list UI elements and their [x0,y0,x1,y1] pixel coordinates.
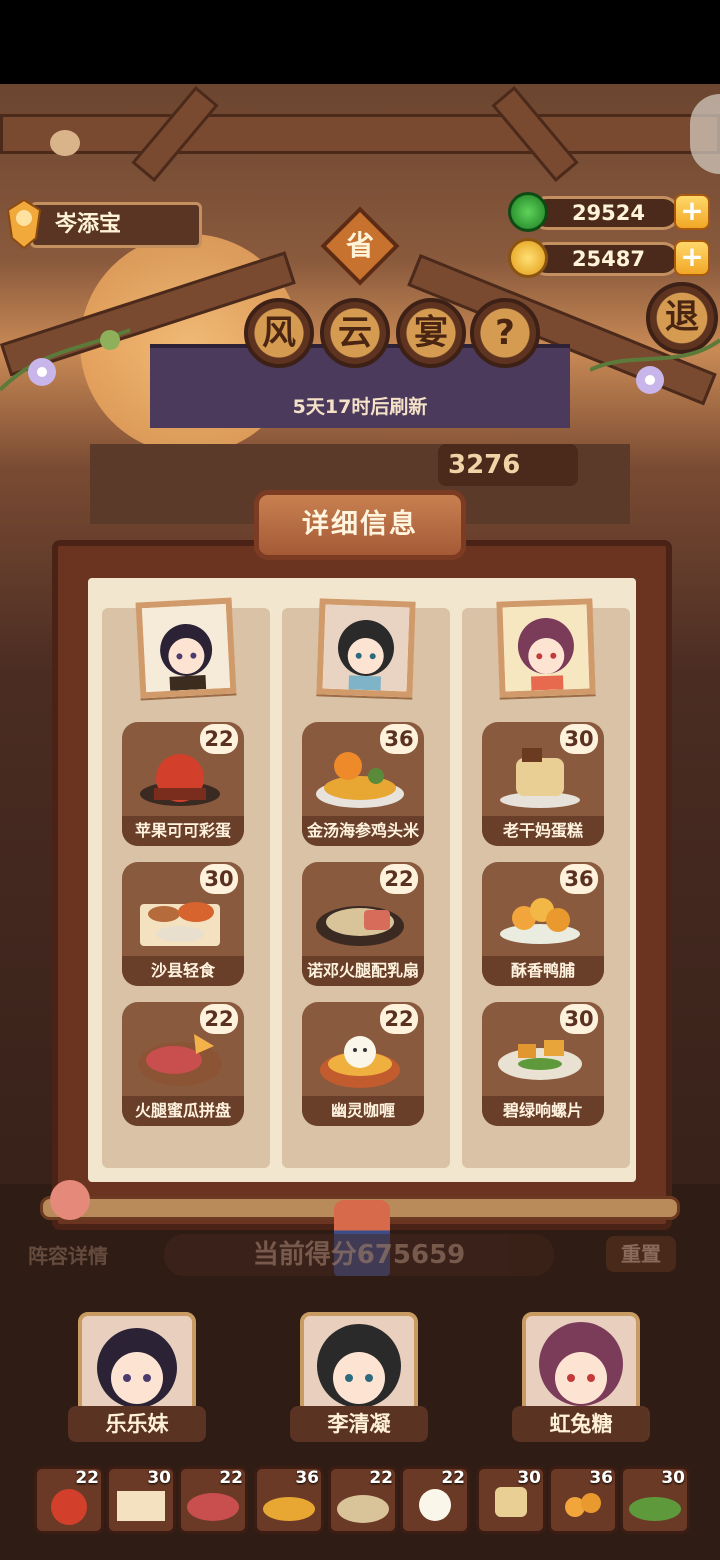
jade-icon [508,192,548,232]
lineup-details-button[interactable]: 阵容详情 [28,1240,158,1274]
dish-name: 沙县轻食 [122,956,244,986]
dish-card[interactable]: 30 老干妈蛋糕 [482,722,604,846]
mini-dish-score: 30 [661,1468,685,1488]
coin-amount: 25487 [571,247,645,271]
chef-portrait-3[interactable] [496,598,596,698]
dish-score: 22 [200,1004,238,1034]
dish-card[interactable]: 22 诺邓火腿配乳扇 [302,862,424,986]
chef-portrait-2[interactable] [316,598,416,698]
dish-name: 老干妈蛋糕 [482,816,604,846]
add-coin-button[interactable]: + [674,240,710,276]
add-jade-button[interactable]: + [674,194,710,230]
mini-dish-score: 30 [147,1468,171,1488]
dish-score: 22 [380,864,418,894]
mini-dish-slot[interactable]: 22 [328,1466,398,1534]
help-icon: ? [495,313,515,353]
team-avatar [78,1312,196,1420]
mini-dish-slot[interactable]: 30 [476,1466,546,1534]
dish-name: 火腿蜜瓜拼盘 [122,1096,244,1126]
mini-dish-slot[interactable]: 22 [34,1466,104,1534]
dish-score: 30 [560,1004,598,1034]
mini-dish-score: 22 [219,1468,243,1488]
mini-dish-slot[interactable]: 36 [254,1466,324,1534]
help-button[interactable]: ? [470,298,540,368]
dish-score: 22 [200,724,238,754]
dish-score: 36 [380,724,418,754]
flower-vine-decoration [590,338,720,394]
dish-score: 30 [200,864,238,894]
title-char-yan: 宴 [396,298,466,368]
current-score: 当前得分675659 [164,1234,554,1276]
coin-icon [508,238,548,278]
coin-counter: 25487 [530,242,680,276]
title-char-yun: 云 [320,298,390,368]
team-avatar [522,1312,640,1420]
dish-name: 诺邓火腿配乳扇 [302,956,424,986]
roof-beam [0,114,720,154]
refresh-timer: 5天17时后刷新 [292,396,428,418]
dish-card[interactable]: 30 沙县轻食 [122,862,244,986]
mini-dish-score: 36 [589,1468,613,1488]
team-member-name: 乐乐妹 [68,1406,206,1442]
side-handle[interactable] [690,94,720,174]
mini-dish-slot[interactable]: 30 [106,1466,176,1534]
province-label: 省 [345,229,374,262]
mini-dish-slot[interactable]: 30 [620,1466,690,1534]
mini-dish-score: 36 [295,1468,319,1488]
mini-dish-score: 30 [517,1468,541,1488]
flower-vine-decoration [0,328,131,392]
jade-amount: 29524 [571,201,645,225]
mini-dish-slot[interactable]: 36 [548,1466,618,1534]
reset-button[interactable]: 重置 [606,1236,676,1272]
mini-dish-score: 22 [441,1468,465,1488]
flower-ornament [50,1180,90,1220]
dish-card[interactable]: 36 金汤海参鸡头米 [302,722,424,846]
dish-card[interactable]: 22 苹果可可彩蛋 [122,722,244,846]
panel-title: 详细信息 [254,490,466,560]
player-rank-icon [6,198,42,250]
dish-score: 22 [380,1004,418,1034]
team-member-name: 虹兔糖 [512,1406,650,1442]
dish-name: 金汤海参鸡头米 [302,816,424,846]
team-member-name: 李清凝 [290,1406,428,1442]
province-badge[interactable]: 省 [320,206,400,286]
dish-name: 酥香鸭脯 [482,956,604,986]
team-avatar [300,1312,418,1420]
dish-name: 碧绿响螺片 [482,1096,604,1126]
mini-dish-score: 22 [75,1468,99,1488]
mini-dish-slot[interactable]: 22 [400,1466,470,1534]
bird-ornament [50,130,80,156]
dish-card[interactable]: 36 酥香鸭脯 [482,862,604,986]
jade-counter: 29524 [530,196,680,230]
chef-portrait-1[interactable] [135,597,237,699]
dish-name: 幽灵咖喱 [302,1096,424,1126]
mini-dish-score: 22 [369,1468,393,1488]
team-member-2[interactable]: 李清凝 [290,1312,428,1442]
player-name-box[interactable]: 岑添宝 [30,202,202,248]
player-name: 岑添宝 [55,212,122,237]
team-member-1[interactable]: 乐乐妹 [68,1312,206,1442]
dish-score: 30 [560,724,598,754]
dish-card[interactable]: 30 碧绿响螺片 [482,1002,604,1126]
team-member-3[interactable]: 虹兔糖 [512,1312,650,1442]
mini-dish-slot[interactable]: 22 [178,1466,248,1534]
title-char-feng: 风 [244,298,314,368]
dish-card[interactable]: 22 火腿蜜瓜拼盘 [122,1002,244,1126]
dish-name: 苹果可可彩蛋 [122,816,244,846]
score-tab: 3276 [438,444,578,486]
dish-score: 36 [560,864,598,894]
dish-card[interactable]: 22 幽灵咖喱 [302,1002,424,1126]
